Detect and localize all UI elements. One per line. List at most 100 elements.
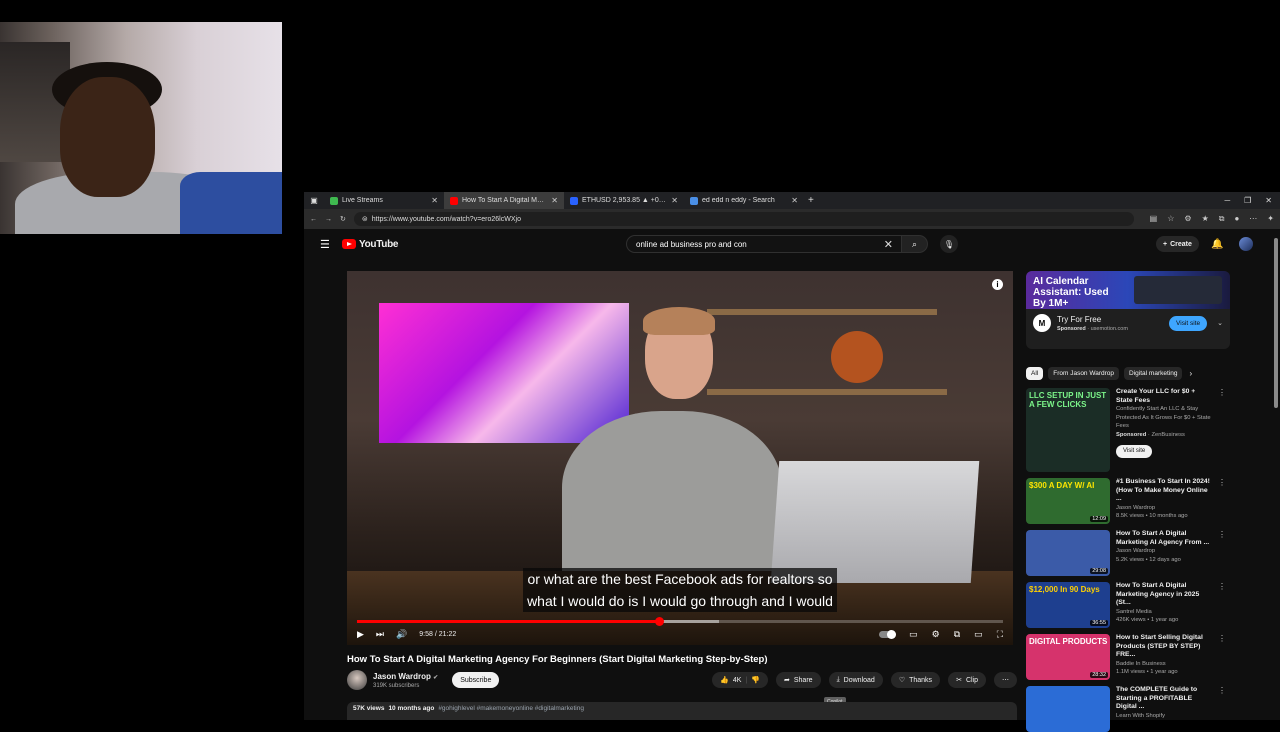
video-thumbnail[interactable]: DIGITAL PRODUCTS 28:32 — [1026, 634, 1110, 680]
more-icon[interactable]: ⋯ — [1249, 214, 1257, 224]
theater-mode-icon[interactable]: ▭ — [974, 629, 983, 640]
hamburger-menu-icon[interactable]: ☰ — [320, 238, 330, 251]
like-count[interactable]: 4K — [733, 677, 742, 684]
channel-avatar[interactable] — [347, 670, 367, 690]
channel-name[interactable]: Baddie In Business — [1116, 660, 1212, 669]
youtube-logo[interactable]: YouTube — [342, 239, 399, 250]
page-scrollbar[interactable] — [1274, 238, 1278, 408]
chevron-right-icon[interactable]: › — [1189, 369, 1192, 378]
create-button[interactable]: + Create — [1156, 236, 1199, 252]
favorite-star-icon[interactable]: ☆ — [1167, 214, 1174, 224]
window-menu-icon[interactable]: ▣ — [304, 196, 324, 205]
address-bar[interactable]: ⊜ https://www.youtube.com/watch?v=ero26l… — [353, 212, 1134, 226]
video-title[interactable]: How to Start Selling Digital Products (S… — [1116, 634, 1212, 660]
account-avatar[interactable] — [1239, 237, 1253, 251]
recommendation-item[interactable]: DIGITAL PRODUCTS 28:32 How to Start Sell… — [1026, 634, 1226, 680]
close-window-icon[interactable]: ✕ — [1265, 196, 1272, 205]
like-icon[interactable]: 👍 — [720, 676, 729, 684]
video-player[interactable]: i or what are the best Facebook ads for … — [347, 271, 1013, 645]
collections-icon[interactable]: ⧉ — [1219, 214, 1225, 224]
video-thumbnail[interactable] — [1026, 686, 1110, 732]
channel-name[interactable]: Jason Wardrop — [373, 672, 431, 681]
notifications-bell-icon[interactable]: 🔔 — [1211, 239, 1223, 250]
chip-from-channel[interactable]: From Jason Wardrop — [1048, 366, 1120, 380]
fullscreen-icon[interactable]: ⛶ — [997, 629, 1003, 640]
new-tab-icon[interactable]: + — [808, 195, 814, 206]
close-icon[interactable]: ✕ — [671, 196, 678, 205]
close-icon[interactable]: ✕ — [431, 196, 438, 205]
more-options-icon[interactable]: ⋮ — [1218, 530, 1226, 576]
miniplayer-icon[interactable]: ⧉ — [954, 629, 960, 640]
tab-search[interactable]: ed edd n eddy - Search ✕ — [684, 192, 804, 209]
channel-name[interactable]: Santrel Media — [1116, 608, 1212, 617]
chip-all[interactable]: All — [1026, 366, 1044, 380]
video-title[interactable]: The COMPLETE Guide to Starting a PROFITA… — [1116, 686, 1212, 712]
search-button[interactable]: ⌕ — [902, 235, 928, 253]
settings-gear-icon[interactable]: ⚙ — [932, 629, 940, 640]
profile-icon[interactable]: ● — [1234, 214, 1239, 224]
more-options-icon[interactable]: ⋮ — [1218, 582, 1226, 628]
tab-live-streams[interactable]: Live Streams ✕ — [324, 192, 444, 209]
clip-button[interactable]: ✂ Clip — [948, 672, 986, 688]
voice-search-button[interactable]: 🎙 — [940, 235, 958, 253]
tab-youtube-video[interactable]: How To Start A Digital Marketing ✕ — [444, 192, 564, 209]
video-title[interactable]: Create Your LLC for $0 + State Fees — [1116, 388, 1212, 405]
ad-banner[interactable]: AI Calendar Assistant: Used By 1M+ — [1026, 271, 1230, 309]
chevron-down-icon[interactable]: ⌄ — [1217, 319, 1223, 327]
visit-site-button[interactable]: Visit site — [1116, 445, 1153, 458]
close-icon[interactable]: ✕ — [791, 196, 798, 205]
recommendation-item[interactable]: 29:08 How To Start A Digital Marketing A… — [1026, 530, 1226, 576]
autoplay-toggle[interactable] — [879, 629, 897, 639]
recommendation-item[interactable]: The COMPLETE Guide to Starting a PROFITA… — [1026, 686, 1226, 732]
refresh-icon[interactable]: ↻ — [340, 215, 346, 223]
description-box[interactable]: 57K views 10 months ago #gohighlevel #ma… — [347, 702, 1017, 720]
extensions-icon[interactable]: ⚙ — [1184, 214, 1191, 224]
more-options-icon[interactable]: ⋮ — [1218, 388, 1226, 472]
recommendation-item[interactable]: $12,000 In 90 Days 36:55 How To Start A … — [1026, 582, 1226, 628]
video-thumbnail[interactable]: 29:08 — [1026, 530, 1110, 576]
info-icon[interactable]: i — [992, 279, 1003, 290]
more-options-icon[interactable]: ⋮ — [1218, 634, 1226, 680]
video-thumbnail[interactable]: $12,000 In 90 Days 36:55 — [1026, 582, 1110, 628]
split-screen-icon[interactable]: ▤ — [1150, 214, 1158, 224]
channel-name[interactable]: Jason Wardrop — [1116, 504, 1212, 513]
next-icon[interactable]: ⏭ — [376, 629, 384, 640]
close-icon[interactable]: ✕ — [551, 196, 558, 205]
video-title[interactable]: How To Start A Digital Marketing Agency … — [1116, 582, 1212, 608]
copilot-icon[interactable]: ✦ — [1267, 214, 1274, 224]
scrubber-handle[interactable] — [654, 617, 664, 626]
progress-bar[interactable] — [357, 617, 1003, 626]
hashtags[interactable]: #gohighlevel #makemoneyonline #digitalma… — [438, 705, 584, 717]
tab-ethusd[interactable]: ETHUSD 2,953.85 ▲ +0.32% Unn ✕ — [564, 192, 684, 209]
more-actions-button[interactable]: ⋯ — [994, 672, 1017, 688]
sponsored-ad-card[interactable]: AI Calendar Assistant: Used By 1M+ M Try… — [1026, 271, 1230, 349]
forward-icon[interactable]: → — [325, 216, 332, 223]
favorites-icon[interactable]: ★ — [1202, 214, 1209, 224]
recommendation-sponsored[interactable]: LLC SETUP IN JUST A FEW CLICKS Create Yo… — [1026, 388, 1226, 472]
dislike-icon[interactable]: 👎 — [751, 676, 760, 684]
restore-icon[interactable]: ❐ — [1244, 196, 1251, 205]
site-info-icon[interactable]: ⊜ — [362, 215, 368, 223]
channel-name[interactable]: Jason Wardrop — [1116, 547, 1212, 556]
clear-search-icon[interactable]: ✕ — [884, 238, 893, 251]
download-button[interactable]: ⤓ Download — [828, 672, 883, 688]
video-title[interactable]: #1 Business To Start In 2024! (How To Ma… — [1116, 478, 1212, 504]
subscribe-button[interactable]: Subscribe — [452, 672, 500, 688]
more-options-icon[interactable]: ⋮ — [1218, 686, 1226, 732]
visit-site-button[interactable]: Visit site — [1169, 315, 1208, 331]
recommendation-item[interactable]: $300 A DAY W/ AI 12:09 #1 Business To St… — [1026, 478, 1226, 524]
more-options-icon[interactable]: ⋮ — [1218, 478, 1226, 524]
chip-digital-marketing[interactable]: Digital marketing — [1124, 366, 1183, 380]
video-thumbnail[interactable]: $300 A DAY W/ AI 12:09 — [1026, 478, 1110, 524]
back-icon[interactable]: ← — [310, 216, 317, 223]
channel-name[interactable]: Learn With Shopify — [1116, 712, 1212, 721]
captions-icon[interactable]: ▭ — [909, 629, 918, 640]
video-title[interactable]: How To Start A Digital Marketing AI Agen… — [1116, 530, 1212, 547]
share-button[interactable]: ➦ Share — [776, 672, 821, 688]
minimize-icon[interactable]: ─ — [1224, 196, 1230, 205]
thanks-button[interactable]: ♡ Thanks — [890, 672, 941, 688]
play-icon[interactable]: ▶ — [357, 629, 364, 640]
video-thumbnail[interactable]: LLC SETUP IN JUST A FEW CLICKS — [1026, 388, 1110, 472]
volume-icon[interactable]: 🔊 — [396, 629, 407, 640]
search-input[interactable]: online ad business pro and con ✕ — [626, 235, 902, 253]
